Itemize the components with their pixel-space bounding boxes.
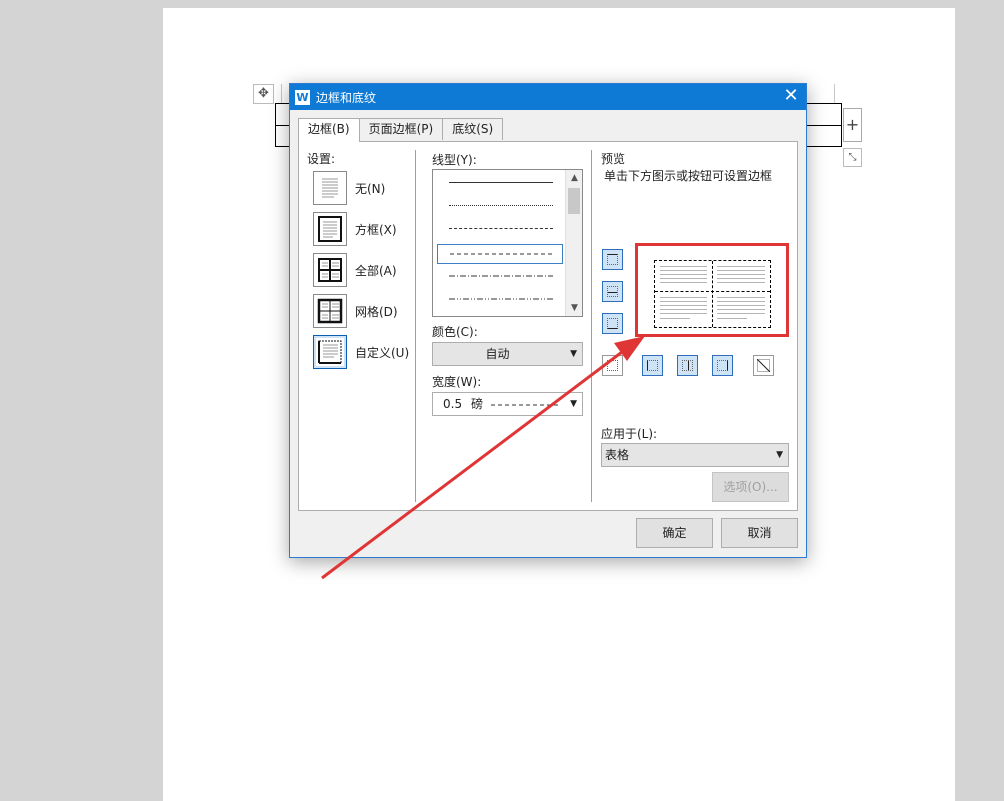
column-separator — [591, 150, 592, 502]
setting-custom-label: 自定义(U) — [355, 345, 410, 360]
options-button[interactable]: 选项(O)... — [712, 472, 789, 502]
linestyle-option-dash[interactable] — [437, 244, 563, 264]
wps-writer-icon: W — [295, 89, 310, 105]
width-select[interactable]: 0.5 磅 ▼ — [432, 392, 583, 416]
linestyle-option-dashed-fine[interactable] — [437, 219, 563, 239]
chevron-down-icon: ▼ — [776, 450, 783, 460]
inside-vertical-border-button[interactable] — [677, 355, 698, 376]
dialog-titlebar[interactable]: W 边框和底纹 ✕ — [290, 84, 806, 110]
borders-tab-panel: 设置: 无(N) 方框(X) 全部(A) 网格(D) 自定义(U) 线型(Y):… — [298, 141, 798, 511]
all-borders-icon — [313, 253, 347, 287]
borders-and-shading-dialog: W 边框和底纹 ✕ 边框(B) 页面边框(P) 底纹(S) 设置: 无(N) 方… — [289, 83, 807, 558]
bottom-border-button[interactable] — [602, 313, 623, 334]
diagonal-down-border-button[interactable] — [753, 355, 774, 376]
settings-label: 设置: — [307, 152, 336, 166]
left-border-icon — [647, 360, 658, 371]
color-value: 自动 — [485, 347, 510, 361]
right-border-button[interactable] — [712, 355, 733, 376]
diagonal-up-border-button[interactable] — [602, 355, 623, 376]
dialog-title: 边框和底纹 — [316, 90, 377, 105]
column-separator — [415, 150, 416, 502]
top-border-button[interactable] — [602, 249, 623, 270]
tab-shading[interactable]: 底纹(S) — [442, 118, 504, 140]
width-line-sample — [491, 404, 559, 406]
width-label: 宽度(W): — [432, 375, 482, 389]
preview-label: 预览 — [601, 152, 626, 166]
right-border-icon — [717, 360, 728, 371]
box-border-icon — [313, 212, 347, 246]
linestyle-option-dotted[interactable] — [437, 196, 563, 216]
setting-all-label: 全部(A) — [355, 263, 397, 278]
diagonal-up-border-icon — [607, 360, 618, 371]
scroll-thumb[interactable] — [568, 188, 580, 214]
linestyle-list[interactable]: ▲ ▼ — [432, 169, 583, 317]
tab-page-border[interactable]: 页面边框(P) — [358, 118, 444, 140]
table-move-handle-icon[interactable]: ✥ — [253, 84, 274, 104]
linestyle-option-dash-dot[interactable] — [437, 267, 563, 287]
apply-to-label: 应用于(L): — [601, 427, 658, 441]
table-resize-icon[interactable]: ⤡ — [843, 148, 862, 167]
setting-box[interactable]: 方框(X) — [313, 212, 397, 246]
ok-button[interactable]: 确定 — [636, 518, 713, 548]
setting-none-label: 无(N) — [355, 181, 386, 196]
color-select[interactable]: 自动 ▼ — [432, 342, 583, 366]
linestyle-option-solid[interactable] — [437, 173, 563, 193]
scroll-down-icon[interactable]: ▼ — [566, 303, 583, 313]
linestyle-option-dash-dot-dot[interactable] — [437, 290, 563, 310]
setting-all[interactable]: 全部(A) — [313, 253, 397, 287]
setting-box-label: 方框(X) — [355, 222, 397, 237]
setting-grid-label: 网格(D) — [355, 304, 398, 319]
add-row-button[interactable]: + — [843, 108, 862, 142]
apply-to-select[interactable]: 表格 ▼ — [601, 443, 789, 467]
chevron-down-icon: ▼ — [570, 399, 577, 409]
page-guide — [281, 84, 282, 104]
apply-to-value: 表格 — [605, 448, 630, 462]
custom-borders-icon — [313, 335, 347, 369]
cancel-button[interactable]: 取消 — [721, 518, 798, 548]
preview-table[interactable] — [654, 260, 771, 328]
dialog-tabs: 边框(B) 页面边框(P) 底纹(S) — [298, 118, 504, 142]
inside-vertical-border-icon — [682, 360, 693, 371]
chevron-down-icon: ▼ — [570, 349, 577, 359]
page-guide — [834, 84, 835, 104]
left-border-button[interactable] — [642, 355, 663, 376]
linestyle-scrollbar[interactable]: ▲ ▼ — [565, 170, 582, 316]
grid-borders-icon — [313, 294, 347, 328]
linestyle-label: 线型(Y): — [432, 153, 477, 167]
scroll-up-icon[interactable]: ▲ — [566, 173, 583, 183]
preview-hint: 单击下方图示或按钮可设置边框 — [604, 169, 773, 183]
width-unit: 磅 — [471, 397, 484, 411]
bottom-border-icon — [607, 318, 618, 329]
tab-borders[interactable]: 边框(B) — [298, 118, 360, 142]
preview-highlight-frame[interactable] — [635, 243, 789, 337]
width-value: 0.5 — [443, 397, 463, 411]
setting-grid[interactable]: 网格(D) — [313, 294, 398, 328]
top-border-icon — [607, 254, 618, 265]
diagonal-down-border-icon — [757, 359, 770, 372]
setting-custom[interactable]: 自定义(U) — [313, 335, 409, 369]
no-border-icon — [313, 171, 347, 205]
setting-none[interactable]: 无(N) — [313, 171, 385, 205]
close-button[interactable]: ✕ — [776, 84, 806, 110]
color-label: 颜色(C): — [432, 325, 478, 339]
inside-horizontal-border-button[interactable] — [602, 281, 623, 302]
inside-horizontal-border-icon — [607, 286, 618, 297]
